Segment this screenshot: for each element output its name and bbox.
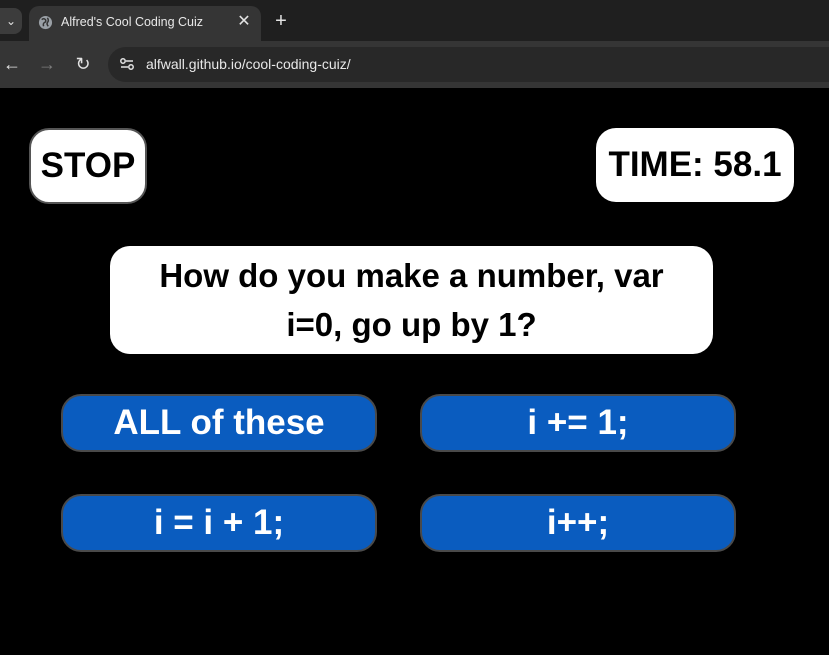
- browser-tab-active[interactable]: Alfred's Cool Coding Cuiz ✕: [29, 6, 261, 41]
- browser-toolbar: ← → ↻ alfwall.github.io/cool-coding-cuiz…: [0, 41, 829, 88]
- tab-search-button[interactable]: ⌄: [0, 8, 22, 34]
- answer-button[interactable]: i++;: [420, 494, 736, 552]
- reload-icon: ↻: [75, 54, 91, 74]
- answer-button[interactable]: i = i + 1;: [61, 494, 377, 552]
- browser-chrome: ⌄ Alfred's Cool Coding Cuiz ✕ + ← → ↻ al…: [0, 0, 829, 88]
- tab-strip: ⌄ Alfred's Cool Coding Cuiz ✕ +: [0, 0, 829, 41]
- globe-icon: [38, 15, 53, 30]
- chevron-down-icon: ⌄: [5, 14, 17, 28]
- site-info-icon[interactable]: [116, 53, 138, 75]
- quiz-page: STOP TIME: 58.1 How do you make a number…: [0, 88, 829, 655]
- forward-button[interactable]: →: [35, 52, 59, 76]
- reload-button[interactable]: ↻: [71, 52, 95, 76]
- back-button[interactable]: ←: [0, 52, 24, 76]
- new-tab-button[interactable]: +: [270, 10, 292, 32]
- url-text: alfwall.github.io/cool-coding-cuiz/: [146, 56, 351, 72]
- question-text: How do you make a number, var i=0, go up…: [110, 246, 713, 354]
- arrow-left-icon: ←: [3, 54, 21, 74]
- close-icon[interactable]: ✕: [235, 13, 253, 31]
- tab-title: Alfred's Cool Coding Cuiz: [61, 15, 204, 29]
- address-bar[interactable]: alfwall.github.io/cool-coding-cuiz/: [108, 47, 829, 82]
- answer-button[interactable]: ALL of these: [61, 394, 377, 452]
- answer-button[interactable]: i += 1;: [420, 394, 736, 452]
- arrow-right-icon: →: [38, 54, 56, 74]
- stop-button[interactable]: STOP: [29, 128, 147, 204]
- timer-display: TIME: 58.1: [596, 128, 794, 202]
